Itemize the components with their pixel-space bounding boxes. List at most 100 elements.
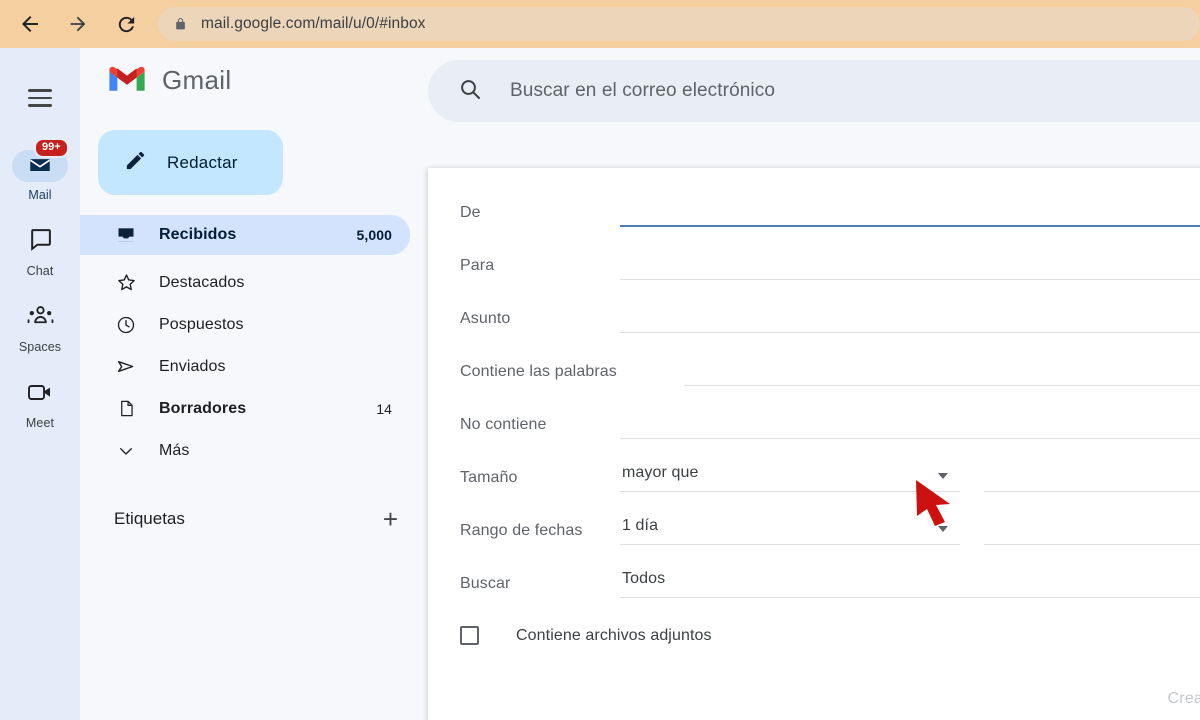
arrow-right-icon	[67, 13, 89, 35]
url-text: mail.google.com/mail/u/0/#inbox	[201, 15, 426, 32]
sidebar-label-mas: Más	[159, 441, 190, 459]
field-label-no-contiene: No contiene	[460, 415, 547, 433]
reload-icon	[115, 13, 138, 36]
sidebar-count-recibidos: 5,000	[356, 227, 392, 243]
field-input-de[interactable]	[620, 199, 1200, 227]
google-apps-rail: 99+ Mail Chat Spaces Meet	[0, 48, 80, 720]
draft-icon	[114, 399, 138, 418]
sidebar-item-pospuestos[interactable]: Pospuestos	[80, 306, 410, 343]
field-input-no-contiene[interactable]	[620, 411, 1200, 439]
sidebar-item-recibidos[interactable]: Recibidos 5,000	[80, 215, 410, 255]
hamburger-menu-icon[interactable]	[20, 78, 60, 118]
search-icon[interactable]	[458, 77, 482, 106]
field-row-no-contiene: No contiene	[428, 398, 1200, 451]
field-row-rango-fechas: Rango de fechas 1 día	[428, 504, 1200, 557]
sidebar-label-enviados: Enviados	[159, 357, 226, 375]
chevron-down-icon[interactable]	[938, 472, 948, 479]
rail-label-meet: Meet	[25, 416, 55, 430]
sidebar-label-borradores: Borradores	[159, 399, 247, 417]
advanced-search-panel: De Para Asunto Contiene las palabras No …	[428, 168, 1200, 720]
plus-icon[interactable]: +	[383, 506, 398, 532]
gmail-logo-icon	[106, 62, 148, 99]
clock-icon	[114, 315, 138, 335]
address-bar[interactable]: mail.google.com/mail/u/0/#inbox	[158, 7, 1200, 41]
lock-icon	[174, 16, 187, 32]
field-label-contiene-palabras: Contiene las palabras	[460, 362, 617, 380]
rail-item-spaces[interactable]: Spaces	[8, 302, 72, 354]
star-icon	[114, 272, 138, 293]
sidebar-label-destacados: Destacados	[159, 273, 245, 291]
field-input-contiene-palabras[interactable]	[684, 358, 1200, 386]
browser-toolbar: mail.google.com/mail/u/0/#inbox	[0, 0, 1200, 48]
field-input-para[interactable]	[620, 252, 1200, 280]
sidebar-nav-list: Recibidos 5,000 Destacados Pospuestos En…	[80, 215, 428, 469]
sidebar-item-borradores[interactable]: Borradores 14	[80, 390, 410, 427]
search-bar[interactable]: Buscar en el correo electrónico	[428, 60, 1200, 122]
sidebar-item-enviados[interactable]: Enviados	[80, 348, 410, 385]
reload-button[interactable]	[106, 4, 146, 44]
gmail-app: 99+ Mail Chat Spaces Meet Gmail Redactar…	[0, 48, 1200, 720]
sidebar-label-pospuestos: Pospuestos	[159, 315, 244, 333]
forward-button[interactable]	[58, 4, 98, 44]
attachment-checkbox-label: Contiene archivos adjuntos	[516, 626, 712, 644]
labels-header: Etiquetas +	[80, 499, 428, 539]
rail-label-spaces: Spaces	[18, 340, 62, 354]
field-value-de	[620, 199, 622, 216]
sidebar-label-recibidos: Recibidos	[159, 226, 237, 243]
field-label-rango-fechas: Rango de fechas	[460, 521, 583, 539]
gmail-brand: Gmail	[80, 48, 428, 112]
field-label-tamano: Tamaño	[460, 468, 518, 486]
arrow-left-icon	[18, 12, 42, 36]
field-label-buscar: Buscar	[460, 574, 511, 592]
field-value-para	[620, 252, 622, 269]
field-row-tamano: Tamaño mayor que	[428, 451, 1200, 504]
chat-icon	[28, 227, 53, 257]
field-value-asunto	[620, 305, 622, 322]
size-operator-select[interactable]: mayor que	[620, 464, 960, 492]
field-row-para: Para	[428, 239, 1200, 292]
field-row-contiene-palabras: Contiene las palabras	[428, 345, 1200, 398]
field-row-buscar: Buscar Todos	[428, 557, 1200, 610]
scope-select[interactable]: Todos	[620, 570, 1200, 598]
field-value-contiene-palabras	[684, 358, 686, 375]
field-input-asunto[interactable]	[620, 305, 1200, 333]
send-icon	[114, 356, 138, 377]
field-row-asunto: Asunto	[428, 292, 1200, 345]
rail-label-mail: Mail	[28, 188, 52, 202]
search-input[interactable]: Buscar en el correo electrónico	[510, 80, 775, 102]
rail-item-chat[interactable]: Chat	[8, 226, 72, 278]
sidebar-count-borradores: 14	[376, 400, 392, 417]
labels-title: Etiquetas	[114, 509, 185, 528]
size-amount-input[interactable]	[984, 464, 1200, 492]
attachment-checkbox-row[interactable]: Contiene archivos adjuntos	[460, 626, 712, 645]
mail-unread-badge: 99+	[34, 138, 69, 158]
rail-item-meet[interactable]: Meet	[8, 378, 72, 430]
inbox-icon	[114, 225, 138, 245]
date-value-input[interactable]	[984, 517, 1200, 545]
sidebar-item-destacados[interactable]: Destacados	[80, 264, 410, 301]
field-label-para: Para	[460, 256, 495, 274]
checkbox-icon[interactable]	[460, 626, 479, 645]
field-row-de: De	[428, 186, 1200, 239]
date-range-value: 1 día	[622, 516, 659, 534]
pencil-icon	[124, 149, 147, 177]
spaces-icon	[27, 305, 54, 332]
field-value-no-contiene	[620, 411, 622, 428]
chevron-down-icon	[114, 442, 138, 460]
rail-item-mail[interactable]: 99+ Mail	[8, 138, 72, 202]
field-label-asunto: Asunto	[460, 309, 511, 327]
size-operator-value: mayor que	[622, 463, 699, 481]
date-range-select[interactable]: 1 día	[620, 517, 960, 545]
scope-value: Todos	[622, 569, 666, 587]
rail-label-chat: Chat	[26, 264, 54, 278]
compose-label: Redactar	[167, 152, 238, 172]
compose-button[interactable]: Redactar	[98, 130, 283, 195]
field-label-de: De	[460, 203, 481, 221]
chevron-down-icon[interactable]	[938, 525, 948, 532]
back-button[interactable]	[10, 4, 50, 44]
gmail-sidebar: Gmail Redactar Recibidos 5,000 Destacado…	[80, 48, 428, 720]
create-filter-button[interactable]: Crear filt	[1168, 690, 1200, 708]
gmail-wordmark: Gmail	[162, 64, 232, 95]
meet-icon	[26, 381, 54, 408]
sidebar-item-mas[interactable]: Más	[80, 432, 410, 469]
